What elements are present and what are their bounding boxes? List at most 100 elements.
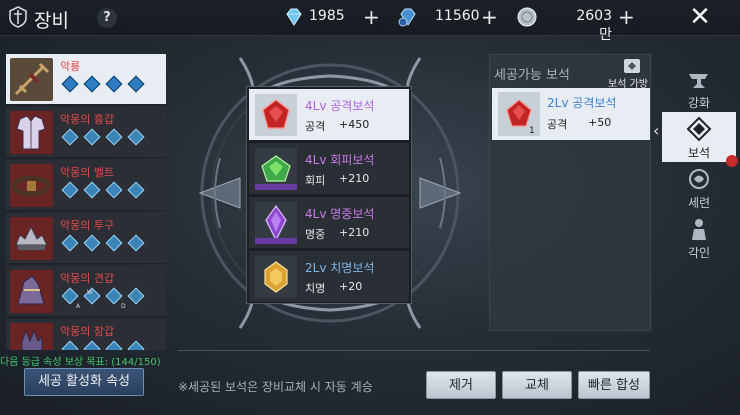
gem-stat: 공격 [547,118,568,131]
gem-slot-icon [127,128,145,146]
gem-name: 2Lv 치명보석 [305,261,375,275]
gloves-icon [10,323,53,350]
belt-icon [10,164,53,207]
refine-icon [689,169,709,189]
add-diamond-button[interactable]: + [363,7,380,27]
gem-slot-icon [83,181,101,199]
gem-slot-icon [127,75,145,93]
gem-value: +210 [339,172,370,185]
currency-diamond: 1985 + [283,6,383,28]
gem-bag-icon[interactable] [621,57,643,75]
slot-letter: D [121,303,126,310]
available-gem-row[interactable]: 1 2Lv 공격보석 공격 +50 [492,88,650,140]
equipment-item[interactable]: 악몽의 장갑 [6,319,166,350]
socketed-gem-row[interactable]: 4Lv 명중보석 명중 +210 [249,197,409,249]
helmet-icon [10,217,53,260]
equipment-name: 악몽의 투구 [60,219,115,232]
socketed-gem-row[interactable]: 2Lv 치명보석 치명 +20 [249,251,409,303]
activate-attribute-button[interactable]: 세공 활성화 속성 [24,368,144,396]
tab-gem[interactable]: 보석 [662,112,736,162]
tab-engrave[interactable]: 각인 [662,212,736,262]
add-bound-diamond-button[interactable]: + [481,7,498,27]
gem-slot-icon [105,340,123,350]
equipment-name: 악몽의 흉갑 [60,113,115,126]
gem-slot-icon [127,181,145,199]
gem-slot-icon [105,287,123,305]
equipment-item[interactable]: 악몽의 벨트 [6,160,166,211]
gem-slot-icon [105,75,123,93]
swap-button[interactable]: 교체 [502,371,572,399]
inherit-notice: ※세공된 보석은 장비교체 시 자동 계승 [178,380,373,394]
yellow-gem-icon [255,256,297,298]
bound-diamond-value: 11560 [435,8,480,24]
gem-slot-icon [127,234,145,252]
slot-letter: A [76,303,81,310]
top-bar: 장비 ? 1985 + 11560 + 2603만 + ✕ [0,0,740,43]
gem-slot-icon [61,234,79,252]
anvil-icon [689,74,708,88]
diamond-value: 1985 [309,8,345,24]
help-button[interactable]: ? [97,8,117,28]
equipment-name: 악몽의 벨트 [60,166,115,179]
equipment-item[interactable]: 악몽의 투구 [6,213,166,264]
gem-slot-icon [105,128,123,146]
weapon-icon [10,58,53,101]
tab-enhance[interactable]: 강화 [662,62,736,112]
gem-stat: 명중 [305,228,326,241]
equipment-item[interactable]: 악룡 [6,54,166,105]
gem-value: +210 [339,226,370,239]
gem-value: +20 [339,280,363,293]
gem-slot-icon [83,75,101,93]
gem-slot-icon [61,75,79,93]
tab-label: 강화 [687,96,711,110]
gem-slot-icon [61,128,79,146]
socketed-gem-row[interactable]: 4Lv 공격보석 공격 +450 [249,89,409,141]
available-gems-title: 세공가능 보석 [494,68,570,83]
available-gems-panel: 세공가능 보석 보석 가방 1 2Lv 공격보석 공격 +50 [489,54,651,331]
gem-slot-icon [83,234,101,252]
equipment-item[interactable]: 악몽의 견갑 A W D [6,266,166,317]
collapse-arrow-icon[interactable]: ‹ [653,121,659,140]
currency-bound-diamond: 11560 + [397,6,502,28]
tab-label: 세련 [687,196,711,210]
gem-slot-icon [127,340,145,350]
equipment-logo-icon [9,6,27,28]
tab-refine[interactable]: 세련 [662,162,736,212]
red-gem-icon [255,94,297,136]
gem-name: 4Lv 공격보석 [305,99,375,113]
engrave-icon [692,219,706,240]
gem-value: +50 [588,116,612,129]
gem-stat: 치명 [305,282,326,295]
gem-value: +450 [339,118,370,131]
gem-slot-icon [61,287,79,305]
page-title: 장비 [34,10,69,32]
gem-quantity: 1 [529,126,535,136]
silver-value: 2603만 [576,8,612,43]
remove-button[interactable]: 제거 [426,371,496,399]
gem-stat: 공격 [305,120,326,133]
silver-coin-icon [517,7,537,27]
quick-synthesis-button[interactable]: 빠른 합성 [578,371,650,399]
currency-silver: 2603만 + [516,6,636,43]
purple-gem-icon [255,202,297,244]
tab-label: 각인 [687,246,711,260]
gem-slot-icon [105,234,123,252]
close-button[interactable]: ✕ [686,3,714,31]
socketed-gem-list: 4Lv 공격보석 공격 +450 4Lv 회피보석 회피 +210 4Lv 명중… [246,86,412,304]
gem-slot-icon [127,287,145,305]
equipment-name: 악룡 [60,60,81,73]
bound-diamond-icon [398,8,416,27]
gem-slot-icon [105,181,123,199]
gem-name: 2Lv 공격보석 [547,96,617,110]
equipment-name: 악몽의 견갑 [60,272,115,285]
equipment-list: 악룡 악몽의 흉갑 악몽의 벨트 악몽의 투구 악몽의 견갑 A W D 악몽의… [6,54,166,350]
gem-name: 4Lv 회피보석 [305,153,375,167]
gem-slot-icon [61,181,79,199]
add-silver-button[interactable]: + [618,7,635,27]
divider [178,350,650,351]
socketed-gem-row[interactable]: 4Lv 회피보석 회피 +210 [249,143,409,195]
tab-label: 보석 [687,146,711,160]
gem-slot-icon [61,340,79,350]
equipment-item[interactable]: 악몽의 흉갑 [6,107,166,158]
shoulder-armor-icon [10,270,53,313]
